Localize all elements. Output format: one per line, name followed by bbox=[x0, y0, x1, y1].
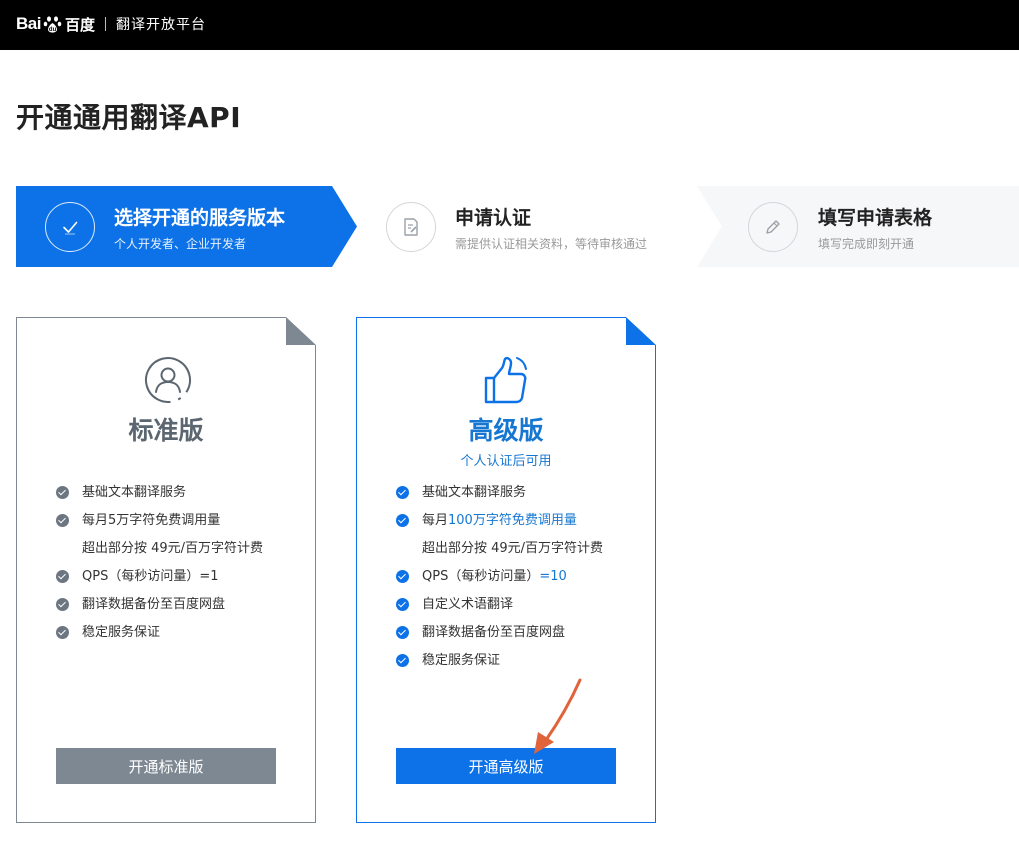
step-1-desc: 个人开发者、企业开发者 bbox=[114, 237, 247, 251]
feature-text: 基础文本翻译服务 bbox=[422, 485, 527, 500]
annotation-arrow-icon bbox=[534, 678, 582, 754]
logo-divider bbox=[104, 17, 106, 31]
feature-text: 基础文本翻译服务 bbox=[82, 485, 187, 500]
feature-item: 每月5万字符免费调用量 bbox=[56, 511, 263, 539]
check-icon bbox=[56, 486, 69, 499]
step-select-version: 选择开通的服务版本 个人开发者、企业开发者 bbox=[16, 186, 358, 267]
paw-icon: du bbox=[43, 16, 62, 33]
page-title: 开通通用翻译API bbox=[16, 101, 242, 134]
feature-text: 稳定服务保证 bbox=[422, 653, 501, 668]
activate-standard-button[interactable]: 开通标准版 bbox=[56, 748, 276, 784]
standard-plan-card: 标准版 基础文本翻译服务 每月5万字符免费调用量 超出部分按 49元/百万字符计… bbox=[16, 317, 316, 823]
check-icon bbox=[56, 598, 69, 611]
check-icon bbox=[396, 654, 409, 667]
feature-text: 翻译数据备份至百度网盘 bbox=[82, 597, 226, 612]
step-2-title: 申请认证 bbox=[455, 207, 532, 229]
feature-item: 自定义术语翻译 bbox=[396, 595, 603, 623]
svg-text:du: du bbox=[49, 27, 57, 33]
step-progress: 选择开通的服务版本 个人开发者、企业开发者 申请认证 需提供认证相关资料，等待审… bbox=[16, 186, 1019, 267]
feature-item-continuation: 超出部分按 49元/百万字符计费 bbox=[56, 539, 263, 567]
step-1-title: 选择开通的服务版本 bbox=[114, 207, 286, 229]
feature-text: QPS（每秒访问量） bbox=[422, 569, 540, 584]
feature-text: 自定义术语翻译 bbox=[422, 597, 514, 612]
check-icon bbox=[396, 570, 409, 583]
pencil-icon bbox=[748, 202, 798, 252]
feature-item: 稳定服务保证 bbox=[396, 651, 603, 679]
feature-item: 翻译数据备份至百度网盘 bbox=[396, 623, 603, 651]
advanced-plan-title: 高级版 bbox=[468, 416, 544, 445]
check-icon bbox=[56, 626, 69, 639]
document-edit-icon bbox=[386, 202, 436, 252]
feature-text: 每月 bbox=[422, 513, 449, 528]
feature-item: 稳定服务保证 bbox=[56, 623, 263, 651]
logo-text-du: 百度 bbox=[64, 15, 95, 34]
feature-text: 超出部分按 49元/百万字符计费 bbox=[422, 541, 604, 556]
feature-item: QPS（每秒访问量）=1 bbox=[56, 567, 263, 595]
feature-item: QPS（每秒访问量）=10 bbox=[396, 567, 603, 595]
feature-highlight: 100万字符免费调用量 bbox=[448, 513, 577, 528]
baidu-logo[interactable]: Bai du 百度 翻译开放平台 bbox=[16, 12, 206, 36]
step-2-desc: 需提供认证相关资料，等待审核通过 bbox=[455, 237, 648, 251]
step-fill-form: 填写申请表格 填写完成即刻开通 bbox=[697, 186, 1019, 267]
step-apply-certification: 申请认证 需提供认证相关资料，等待审核通过 bbox=[357, 186, 699, 267]
thumbs-up-icon bbox=[484, 357, 527, 404]
check-icon bbox=[56, 514, 69, 527]
feature-text: 翻译数据备份至百度网盘 bbox=[422, 625, 566, 640]
feature-text: 超出部分按 49元/百万字符计费 bbox=[82, 541, 264, 556]
feature-text: 稳定服务保证 bbox=[82, 625, 161, 640]
feature-item: 基础文本翻译服务 bbox=[396, 483, 603, 511]
step-3-desc: 填写完成即刻开通 bbox=[818, 237, 915, 251]
user-icon bbox=[145, 357, 191, 403]
step-3-title: 填写申请表格 bbox=[818, 207, 933, 229]
check-icon bbox=[56, 570, 69, 583]
check-icon bbox=[396, 486, 409, 499]
advanced-feature-list: 基础文本翻译服务 每月100万字符免费调用量 超出部分按 49元/百万字符计费 … bbox=[396, 483, 603, 679]
check-icon bbox=[396, 626, 409, 639]
feature-item: 每月100万字符免费调用量 bbox=[396, 511, 603, 539]
advanced-plan-subtitle: 个人认证后可用 bbox=[460, 454, 552, 469]
advanced-plan-card: 高级版 个人认证后可用 基础文本翻译服务 每月100万字符免费调用量 超出部分按… bbox=[356, 317, 656, 823]
platform-name: 翻译开放平台 bbox=[115, 17, 206, 33]
feature-text: QPS（每秒访问量）=1 bbox=[82, 569, 219, 584]
feature-item-continuation: 超出部分按 49元/百万字符计费 bbox=[396, 539, 603, 567]
check-icon bbox=[396, 598, 409, 611]
feature-item: 翻译数据备份至百度网盘 bbox=[56, 595, 263, 623]
feature-highlight: =10 bbox=[539, 569, 567, 584]
standard-feature-list: 基础文本翻译服务 每月5万字符免费调用量 超出部分按 49元/百万字符计费 QP… bbox=[56, 483, 263, 651]
check-circle-icon bbox=[45, 202, 95, 252]
standard-plan-title: 标准版 bbox=[128, 416, 204, 445]
feature-text: 每月5万字符免费调用量 bbox=[82, 513, 221, 528]
logo-text-bai: Bai bbox=[16, 14, 41, 33]
check-icon bbox=[396, 514, 409, 527]
top-bar: Bai du 百度 翻译开放平台 bbox=[0, 0, 1019, 50]
feature-item: 基础文本翻译服务 bbox=[56, 483, 263, 511]
